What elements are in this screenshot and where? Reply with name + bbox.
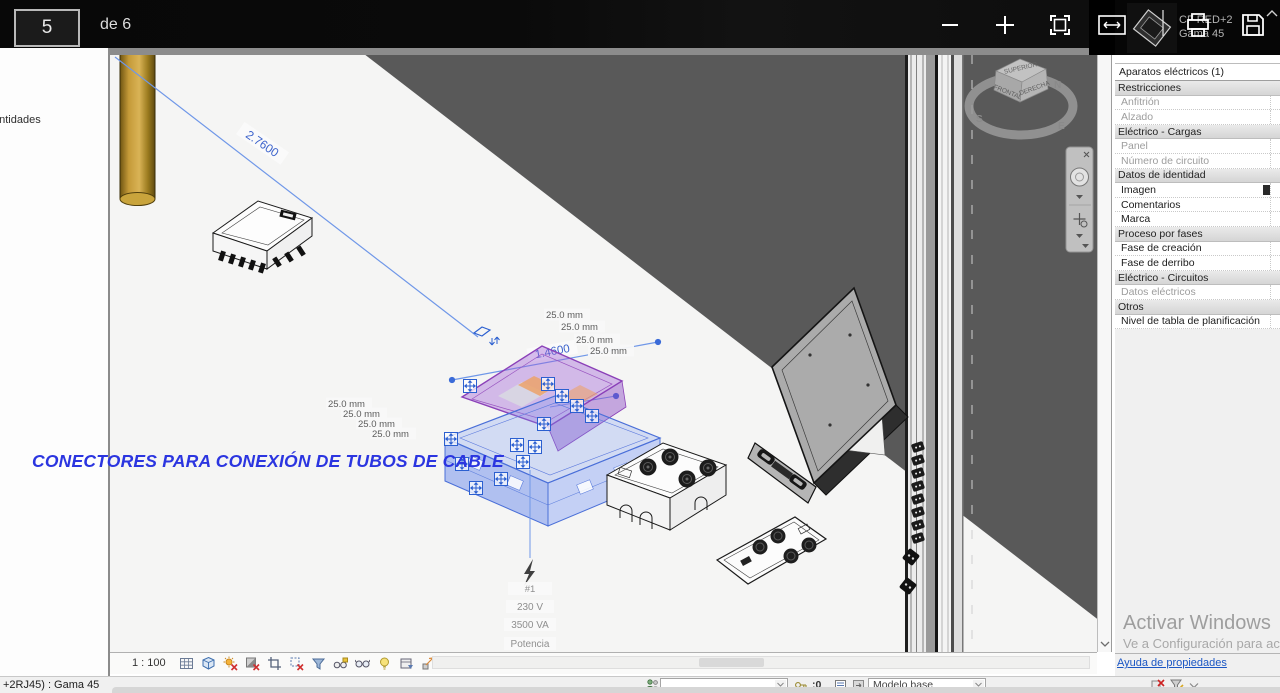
section-row[interactable]: Restricciones (1115, 81, 1280, 96)
section-row[interactable]: Eléctrico - Circuitos (1115, 271, 1280, 286)
canvas-horizontal-scrollbar[interactable] (432, 656, 1090, 669)
svg-text:#1: #1 (525, 584, 536, 595)
temporary-hide-icon[interactable] (354, 655, 370, 671)
selection-status-text: +2RJ45) : Gama 45 (3, 679, 99, 691)
svg-text:230 V: 230 V (517, 602, 543, 613)
wall-plane[interactable] (355, 55, 1097, 621)
lightning-icon (524, 559, 535, 586)
property-row[interactable]: Fase de derribo (1115, 256, 1280, 271)
svg-text:N: N (1054, 80, 1061, 91)
page-count-label: de 6 (100, 16, 131, 34)
type-selector-partial[interactable] (1115, 55, 1280, 64)
junction-box-device[interactable] (213, 201, 312, 274)
section-row[interactable]: Otros (1115, 300, 1280, 315)
fit-width-button[interactable] (1096, 8, 1128, 42)
shadows-icon[interactable] (244, 655, 260, 671)
page-number-box[interactable]: 5 (14, 9, 80, 47)
temporary-hide-lock-icon[interactable] (332, 655, 348, 671)
part-thumbnail-icon (1130, 6, 1174, 50)
windows-activation-subtext: Ve a Configuración para ac (1123, 636, 1280, 651)
visual-style-icon[interactable] (200, 655, 216, 671)
property-row[interactable]: Número de circuito (1115, 154, 1280, 169)
flip-control-icon[interactable] (474, 327, 500, 345)
property-row[interactable]: Imagen (1115, 183, 1280, 198)
section-row[interactable]: Datos de identidad (1115, 169, 1280, 184)
svg-text:25.0 mm: 25.0 mm (546, 310, 583, 321)
svg-text:25.0 mm: 25.0 mm (590, 346, 627, 357)
svg-text:25.0 mm: 25.0 mm (576, 335, 613, 346)
svg-text:3500 VA: 3500 VA (511, 620, 549, 631)
profile-pole-device[interactable] (899, 55, 972, 652)
svg-text:25.0 mm: 25.0 mm (372, 429, 409, 440)
canvas-vertical-scrollbar[interactable] (1097, 55, 1112, 652)
section-row[interactable]: Proceso por fases (1115, 227, 1280, 242)
sun-path-icon[interactable] (222, 655, 238, 671)
property-row[interactable]: Marca (1115, 212, 1280, 227)
property-row[interactable]: Fase de creación (1115, 242, 1280, 257)
truncated-panel-text: antidades (0, 114, 41, 126)
section-row[interactable]: Eléctrico - Cargas (1115, 125, 1280, 140)
property-row[interactable]: Anfitrión (1115, 96, 1280, 111)
reveal-hidden-icon[interactable] (376, 655, 392, 671)
chevron-down-icon (1100, 640, 1110, 648)
fit-screen-button[interactable] (1041, 8, 1079, 42)
viewer-toolbar: 5 de 6 CF RED+2Gama 45 (0, 0, 1280, 48)
property-row[interactable]: Datos eléctricos (1115, 285, 1280, 300)
detail-level-icon[interactable] (178, 655, 194, 671)
print-icon (1183, 10, 1213, 40)
properties-help-link[interactable]: Ayuda de propiedades (1117, 657, 1227, 669)
print-button[interactable] (1179, 8, 1217, 42)
collapse-toolbar-button[interactable] (1263, 0, 1280, 30)
temporary-view-properties-icon[interactable] (398, 655, 414, 671)
taskbar-edge (112, 687, 1280, 693)
properties-help-row: Ayuda de propiedades (1115, 653, 1280, 676)
filter-icon[interactable] (310, 655, 326, 671)
column-element[interactable] (120, 55, 155, 206)
property-row[interactable]: Panel (1115, 139, 1280, 154)
scrollbar-thumb[interactable] (699, 658, 764, 667)
background-app-pane: antidades (0, 48, 110, 676)
navigation-bar[interactable] (1066, 147, 1093, 252)
crop-view-icon[interactable] (266, 655, 282, 671)
svg-text:2.7600: 2.7600 (243, 128, 281, 161)
property-row[interactable]: Comentarios (1115, 198, 1280, 213)
svg-text:Potencia: Potencia (511, 639, 550, 650)
property-row[interactable]: Nivel de tabla de planificación (1115, 315, 1280, 330)
category-row[interactable]: Aparatos eléctricos (1) (1115, 64, 1280, 81)
steering-wheel-icon (1071, 168, 1089, 186)
drawing-canvas[interactable]: 2.7600 1.4600 (110, 55, 1097, 652)
fit-screen-icon (1048, 13, 1072, 37)
view-control-bar: 1 : 100 (110, 652, 1097, 674)
property-row[interactable]: Alzado (1115, 110, 1280, 125)
crop-region-icon[interactable] (288, 655, 304, 671)
zoom-out-button[interactable] (931, 8, 969, 42)
svg-text:S: S (976, 114, 983, 125)
annotation-note: CONECTORES PARA CONEXIÓN DE TUBOS DE CAB… (32, 451, 504, 472)
plus-icon (993, 13, 1017, 37)
scale-control[interactable]: 1 : 100 (132, 657, 166, 669)
type-selector-thumbnail[interactable] (1127, 3, 1177, 53)
browse-button[interactable] (1263, 185, 1270, 195)
fit-width-icon (1098, 14, 1126, 36)
svg-text:E: E (1058, 121, 1065, 132)
windows-activation-watermark: Activar Windows (1123, 612, 1271, 635)
chevron-up-icon (1266, 9, 1278, 17)
svg-text:25.0 mm: 25.0 mm (561, 322, 598, 333)
properties-panel: Aparatos eléctricos (1) Restricciones An… (1115, 55, 1280, 653)
zoom-in-button[interactable] (986, 8, 1024, 42)
minus-icon (939, 14, 961, 36)
socket-plate-device[interactable] (717, 517, 826, 584)
